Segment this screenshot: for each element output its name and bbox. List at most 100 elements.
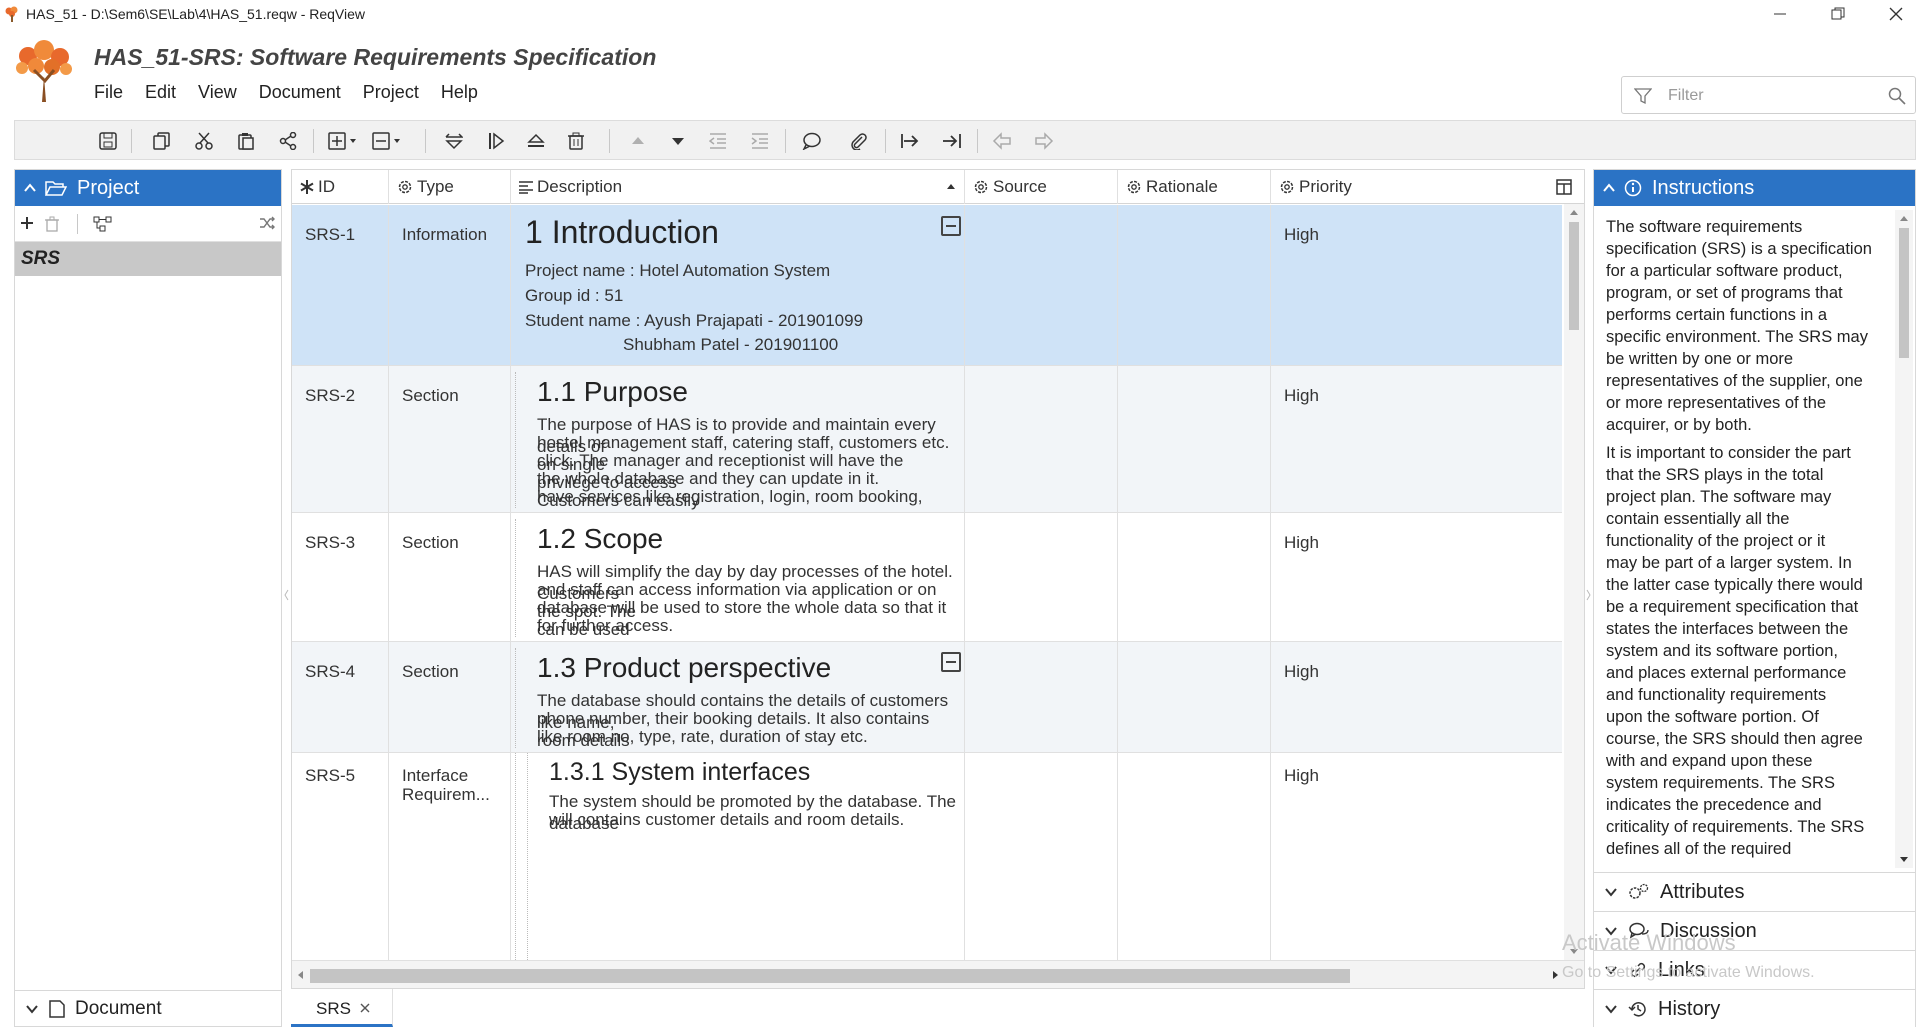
attachment-icon[interactable] [847, 130, 869, 152]
chevron-up-icon[interactable] [1602, 181, 1616, 195]
share-icon[interactable] [277, 130, 299, 152]
delete-icon[interactable] [565, 130, 587, 152]
cell-description[interactable]: 1.3 Product perspective The database sho… [511, 642, 965, 752]
cell-description[interactable]: 1.1 Purpose The purpose of HAS is to pro… [511, 366, 965, 528]
row-priority: High [1284, 533, 1319, 552]
paste-icon[interactable] [235, 130, 257, 152]
move-up-icon[interactable] [627, 130, 649, 152]
insert-right-icon[interactable] [485, 130, 507, 152]
grid-horizontal-scrollbar[interactable] [292, 960, 1584, 988]
row-line: Project name : Hotel Automation System [525, 261, 831, 280]
hierarchy-icon[interactable] [93, 216, 113, 232]
column-type[interactable]: Type [389, 170, 511, 204]
instruction-line: contain essentially all the [1606, 510, 1790, 528]
row-heading: 1 Introduction [525, 214, 719, 250]
folder-open-icon [45, 179, 67, 197]
chevron-down-icon [1604, 1002, 1618, 1016]
column-description[interactable]: Description [511, 170, 965, 204]
chevron-down-icon[interactable] [25, 1002, 39, 1016]
add-icon[interactable] [20, 216, 34, 230]
instruction-line: program, or set of programs that [1606, 284, 1843, 302]
save-icon[interactable] [97, 130, 119, 152]
instructions-header[interactable]: Instructions [1594, 170, 1915, 206]
copy-icon[interactable] [151, 130, 173, 152]
collapse-icon[interactable] [941, 216, 961, 236]
close-window-button[interactable] [1868, 0, 1920, 28]
table-row[interactable]: SRS-2 Section 1.1 Purpose The purpose of… [292, 366, 1562, 528]
menu-file[interactable]: File [94, 82, 123, 103]
insert-below-icon[interactable] [443, 130, 465, 152]
shuffle-icon[interactable] [259, 216, 275, 230]
filter-input[interactable]: Filter [1621, 76, 1916, 114]
tab-srs[interactable]: SRS [291, 989, 393, 1027]
collapse-icon[interactable] [941, 652, 961, 672]
scroll-down-icon[interactable] [1899, 856, 1909, 864]
grid-vertical-scrollbar[interactable] [1564, 204, 1584, 960]
cut-icon[interactable] [193, 130, 215, 152]
scroll-thumb[interactable] [1569, 222, 1579, 330]
cell-priority: High [1271, 753, 1562, 960]
scroll-thumb[interactable] [1899, 228, 1909, 358]
cell-priority: High [1271, 205, 1562, 365]
instruction-line: or more representatives of the [1606, 394, 1827, 412]
scroll-thumb[interactable] [310, 969, 1350, 983]
instruction-line: acquirer, or by both. [1606, 416, 1752, 434]
menu-project[interactable]: Project [363, 82, 419, 103]
cell-type: Section [389, 642, 511, 752]
menu-help[interactable]: Help [441, 82, 478, 103]
insert-above-icon[interactable] [525, 130, 547, 152]
table-row[interactable]: SRS-4 Section 1.3 Product perspective Th… [292, 642, 1562, 753]
column-id[interactable]: ID [292, 170, 389, 204]
cell-description[interactable]: 1.2 Scope HAS will simplify the day by d… [511, 513, 965, 641]
maximize-button[interactable] [1810, 0, 1866, 28]
cell-id: SRS-2 [292, 366, 389, 512]
column-source[interactable]: Source [965, 170, 1118, 204]
right-splitter[interactable] [1586, 560, 1592, 630]
add-object-icon[interactable] [327, 130, 361, 152]
table-row[interactable]: SRS-5 Interface Requirem... 1.3.1 System… [292, 753, 1562, 960]
project-panel-header[interactable]: Project [15, 170, 281, 206]
table-row[interactable]: SRS-1 Information 1 Introduction Project… [292, 205, 1562, 366]
comment-icon[interactable] [801, 130, 823, 152]
left-splitter[interactable] [283, 560, 289, 630]
outdent-icon[interactable] [707, 130, 729, 152]
trash-icon[interactable] [45, 216, 59, 232]
chevron-up-icon[interactable] [23, 181, 37, 195]
instruction-line: It is important to consider the part [1606, 444, 1851, 462]
cell-description[interactable]: 1 Introduction Project name : Hotel Auto… [511, 205, 965, 365]
column-priority[interactable]: Priority [1271, 170, 1583, 204]
table-row[interactable]: SRS-3 Section 1.2 Scope HAS will simplif… [292, 513, 1562, 642]
sort-ascending-icon[interactable] [946, 182, 956, 190]
close-tab-icon[interactable] [359, 1002, 371, 1014]
menu-document[interactable]: Document [259, 82, 341, 103]
scroll-right-icon[interactable] [1552, 970, 1560, 980]
project-doc-srs[interactable]: SRS [15, 242, 281, 276]
scroll-up-icon[interactable] [1569, 208, 1579, 216]
column-rationale[interactable]: Rationale [1118, 170, 1271, 204]
attributes-section[interactable]: Attributes [1594, 872, 1915, 911]
column-chooser-icon[interactable] [1556, 179, 1572, 195]
grid-header: ID Type Description Source Rationale Pri… [292, 170, 1584, 204]
menu-view[interactable]: View [198, 82, 237, 103]
cell-rationale [1118, 753, 1271, 960]
instructions-scrollbar[interactable] [1895, 210, 1913, 868]
link-out-icon[interactable] [899, 130, 921, 152]
menu-edit[interactable]: Edit [145, 82, 176, 103]
search-icon[interactable] [1888, 87, 1906, 105]
column-priority-label: Priority [1299, 177, 1352, 196]
instruction-line: indicates the precedence and [1606, 796, 1822, 814]
collapse-object-icon[interactable] [371, 130, 405, 152]
cell-type: Section [389, 513, 511, 641]
indent-icon[interactable] [749, 130, 771, 152]
move-down-icon[interactable] [667, 130, 689, 152]
scroll-left-icon[interactable] [296, 970, 304, 980]
cell-description[interactable]: 1.3.1 System interfaces The system shoul… [511, 753, 965, 960]
history-section[interactable]: History [1594, 989, 1915, 1028]
forward-icon[interactable] [1033, 130, 1055, 152]
funnel-icon [1634, 87, 1652, 105]
scroll-up-icon[interactable] [1899, 214, 1909, 222]
back-icon[interactable] [991, 130, 1013, 152]
link-in-icon[interactable] [941, 130, 963, 152]
minimize-button[interactable] [1752, 0, 1808, 28]
document-section-header[interactable]: Document [15, 990, 281, 1026]
